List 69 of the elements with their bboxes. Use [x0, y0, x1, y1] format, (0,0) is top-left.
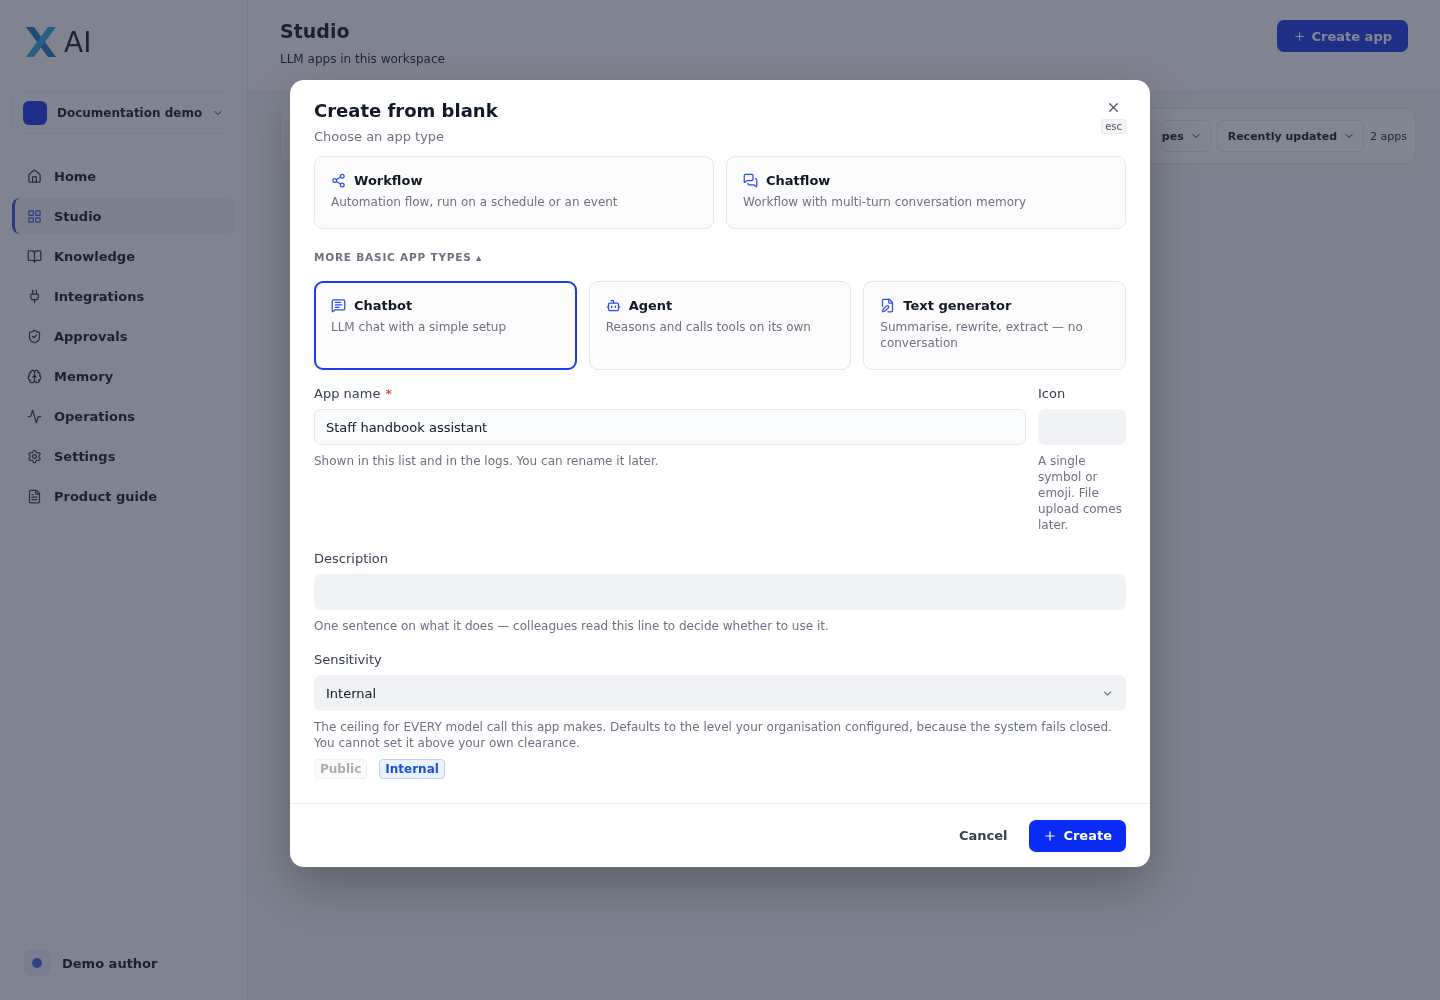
card-title: Chatbot	[354, 298, 413, 313]
shield-icon	[27, 328, 42, 344]
nav-item[interactable]: Integrations	[12, 278, 235, 314]
grid-icon	[27, 208, 42, 224]
field-label: Description	[314, 551, 389, 566]
nav-item[interactable]: Memory	[12, 358, 235, 394]
app-type-card[interactable]: Chatflow Workflow with multi-turn conversation memory	[726, 156, 1126, 229]
required-mark: *	[385, 386, 392, 401]
nav-item[interactable]: Home	[12, 158, 235, 194]
brain-icon	[27, 368, 42, 384]
plus-icon	[1292, 29, 1306, 43]
dialog-title: Create from blank	[314, 100, 498, 121]
nodes-icon	[331, 173, 346, 188]
app-type-card[interactable]: Agent Reasons and calls tools on its own	[588, 281, 852, 370]
card-description: LLM chat with a simple setup	[331, 319, 508, 335]
plus-icon	[1043, 828, 1058, 843]
avatar-icon	[24, 950, 50, 976]
gear-icon	[27, 448, 42, 464]
field-hint: A single symbol or emoji. File upload comes later.	[1038, 453, 1123, 533]
plug-icon	[27, 288, 42, 304]
app-type-card[interactable]: Chatbot LLM chat with a simple setup	[314, 281, 577, 370]
card-description: Workflow with multi-turn conversation memory	[743, 194, 1028, 210]
nav-item[interactable]: Product guide	[12, 478, 235, 514]
sensitivity-level[interactable]: Internal	[379, 759, 445, 779]
card-description: Automation flow, run on a schedule or an event	[331, 194, 619, 210]
activity-icon	[27, 408, 42, 424]
page-subtitle: LLM apps in this workspace	[280, 52, 445, 66]
nav-item[interactable]: Settings	[12, 438, 235, 474]
nav-item[interactable]: Approvals	[12, 318, 235, 354]
create-app-button[interactable]: Create app	[1276, 20, 1408, 52]
robot-icon	[605, 298, 621, 313]
more-types-toggle[interactable]: MORE BASIC APP TYPES ▴	[314, 251, 483, 263]
sensitivity-select[interactable]: Internal	[314, 675, 1126, 711]
app-name-input[interactable]: Staff handbook assistant	[314, 409, 1026, 445]
card-title: Text generator	[903, 298, 1012, 313]
app-count: 2 apps	[1370, 129, 1407, 143]
type-filter[interactable]: pes	[1160, 120, 1211, 152]
document-icon	[27, 488, 42, 504]
chat-bubbles-icon	[743, 173, 758, 188]
page-title: Studio	[280, 20, 351, 42]
sort-select[interactable]: Recently updated	[1216, 120, 1365, 152]
card-title: Agent	[628, 298, 673, 313]
field-hint: The ceiling for EVERY model call this app makes. Defaults to the level your organisation configured, because the system fails closed. You cannot set it above your own clearance.	[314, 719, 1113, 751]
book-icon	[27, 248, 42, 264]
field-hint: Shown in this list and in the logs. You can rename it later.	[314, 453, 660, 469]
chat-icon	[331, 298, 346, 313]
app-type-card[interactable]: Workflow Automation flow, run on a schedule or an event	[314, 156, 714, 229]
create-button[interactable]: Create	[1029, 819, 1126, 852]
logo-icon	[24, 25, 58, 59]
workspace-switcher[interactable]: Documentation demo	[12, 92, 235, 134]
nav-item[interactable]: Operations	[12, 398, 235, 434]
app-type-card[interactable]: Text generator Summarise, rewrite, extract — no conversation	[863, 281, 1126, 370]
field-label: App name	[314, 386, 381, 401]
nav-item[interactable]: Studio	[12, 198, 235, 234]
field-hint: One sentence on what it does — colleagues read this line to decide whether to use it.	[314, 618, 830, 634]
field-label: Icon	[1038, 386, 1066, 401]
cancel-button[interactable]: Cancel	[956, 820, 1010, 851]
document-pen-icon	[880, 298, 896, 313]
home-icon	[27, 168, 42, 184]
card-title: Chatflow	[766, 173, 831, 188]
esc-hint: esc	[1101, 119, 1126, 134]
logo-text: AI	[64, 25, 92, 59]
card-description: Summarise, rewrite, extract — no conversation	[880, 319, 1084, 351]
card-description: Reasons and calls tools on its own	[605, 319, 812, 335]
field-label: Sensitivity	[314, 652, 382, 667]
card-title: Workflow	[354, 173, 423, 188]
nav-item[interactable]: Knowledge	[12, 238, 235, 274]
user-name: Demo author	[62, 955, 158, 971]
dialog-subtitle: Choose an app type	[314, 129, 446, 144]
